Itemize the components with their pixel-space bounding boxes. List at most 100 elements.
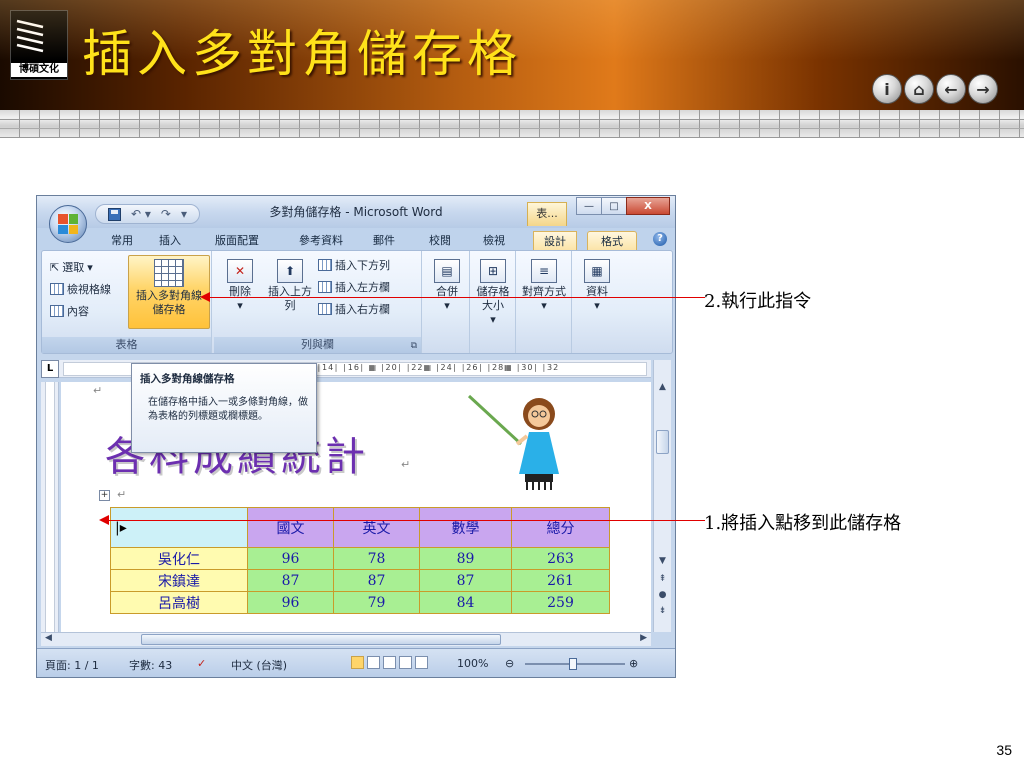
title-bar: ↶ ▾ ↷ ▾ 多對角儲存格 - Microsoft Word 表... — □…	[37, 196, 675, 228]
tooltip-title: 插入多對角線儲存格	[140, 373, 235, 385]
browse-object-icon[interactable]: ●	[654, 590, 671, 604]
callout-step-1: 1.將插入點移到此儲存格	[704, 513, 902, 534]
scroll-down-icon[interactable]: ▼	[654, 556, 671, 570]
page-indicator[interactable]: 頁面: 1 / 1	[45, 657, 99, 673]
properties-button[interactable]: 內容	[50, 303, 89, 319]
data-icon: ▦	[584, 259, 610, 283]
tab-view[interactable]: 檢視	[477, 231, 511, 250]
horizontal-scrollbar[interactable]: ◀ ▶	[41, 632, 651, 646]
next-page-icon[interactable]: ⇟	[654, 606, 671, 620]
group-rows-columns-label: 列與欄	[214, 337, 421, 353]
publisher-logo: 博碩文化	[10, 10, 68, 80]
total-cell[interactable]: 261	[511, 569, 610, 592]
decorative-grid-band	[0, 110, 1024, 138]
score-cell[interactable]: 96	[247, 591, 334, 614]
zoom-in-icon[interactable]: ⊕	[629, 657, 638, 670]
group-rows-columns: ✕ 刪除 ▾ ⬆ 插入上方列 插入下方列 插入左方欄 插入右方欄 列與欄 ⧉	[214, 251, 422, 353]
tab-review[interactable]: 校閱	[423, 231, 457, 250]
tab-page-layout[interactable]: 版面配置	[209, 231, 265, 250]
zoom-level[interactable]: 100%	[457, 657, 488, 670]
total-cell[interactable]: 259	[511, 591, 610, 614]
cursor-icon: ⇱	[50, 260, 60, 274]
name-cell[interactable]: 吳化仁	[110, 547, 248, 570]
cell-size-button[interactable]: ⊞ 儲存格大小 ▾	[472, 255, 514, 327]
scroll-right-icon[interactable]: ▶	[640, 633, 647, 643]
full-screen-view-icon[interactable]	[367, 656, 380, 669]
tab-design[interactable]: 設計	[533, 231, 577, 250]
forward-icon[interactable]: →	[968, 74, 998, 104]
data-button[interactable]: ▦ 資料 ▾	[576, 255, 618, 313]
ruler-ticks: ∣14∣ ∣16∣ ▦ ∣20∣ ∣22▦ ∣24∣ ∣26∣ ∣28▦ ∣30…	[317, 363, 560, 372]
score-cell[interactable]: 87	[419, 569, 512, 592]
insert-diagonal-cell-button[interactable]: 插入多對角線儲存格	[128, 255, 210, 329]
score-cell[interactable]: 84	[419, 591, 512, 614]
tab-selector[interactable]: L	[41, 360, 59, 378]
header-cell[interactable]: 總分	[511, 507, 610, 548]
callout-arrow-1	[104, 520, 705, 521]
table-move-handle[interactable]: +	[99, 490, 110, 501]
scroll-up-icon[interactable]: ▲	[654, 382, 671, 396]
zoom-out-icon[interactable]: ⊖	[505, 657, 514, 670]
name-cell[interactable]: 呂高樹	[110, 591, 248, 614]
score-cell[interactable]: 89	[419, 547, 512, 570]
score-cell[interactable]: 87	[333, 569, 420, 592]
tab-format[interactable]: 格式	[587, 231, 637, 250]
header-corner-cell[interactable]: |▸	[110, 507, 248, 548]
arrowhead-icon	[200, 292, 210, 302]
name-cell[interactable]: 宋鎮達	[110, 569, 248, 592]
tab-mailings[interactable]: 郵件	[367, 231, 401, 250]
scroll-left-icon[interactable]: ◀	[45, 633, 52, 643]
header-cell[interactable]: 數學	[419, 507, 512, 548]
view-gridlines-button[interactable]: 檢視格線	[50, 281, 111, 297]
insert-left-icon	[318, 281, 332, 293]
tab-references[interactable]: 參考資料	[293, 231, 349, 250]
header-cell[interactable]: 英文	[333, 507, 420, 548]
home-icon[interactable]: ⌂	[904, 74, 934, 104]
insert-above-icon: ⬆	[277, 259, 303, 283]
maximize-button[interactable]: □	[601, 197, 627, 215]
total-cell[interactable]: 263	[511, 547, 610, 570]
paragraph-mark: ↵	[93, 384, 103, 397]
prev-page-icon[interactable]: ⇞	[654, 574, 671, 588]
print-layout-view-icon[interactable]	[351, 656, 364, 669]
insert-left-button[interactable]: 插入左方欄	[318, 279, 390, 295]
proofing-icon[interactable]: ✓	[197, 657, 206, 670]
slide-nav: i ⌂ ← →	[872, 74, 998, 104]
insert-below-button[interactable]: 插入下方列	[318, 257, 390, 273]
back-icon[interactable]: ←	[936, 74, 966, 104]
close-button[interactable]: X	[626, 197, 670, 215]
vertical-scroll-thumb[interactable]	[656, 430, 669, 454]
teacher-clipart	[467, 394, 559, 490]
score-cell[interactable]: 87	[247, 569, 334, 592]
header-cell[interactable]: 國文	[247, 507, 334, 548]
tab-insert[interactable]: 插入	[153, 231, 187, 250]
language-indicator[interactable]: 中文 (台灣)	[231, 657, 287, 673]
merge-button[interactable]: ▤ 合併 ▾	[426, 255, 468, 313]
word-count[interactable]: 字數: 43	[129, 657, 172, 673]
horizontal-scroll-thumb[interactable]	[141, 634, 501, 645]
info-icon[interactable]: i	[872, 74, 902, 104]
insert-below-icon	[318, 259, 332, 271]
alignment-button[interactable]: ≡ 對齊方式 ▾	[518, 255, 570, 313]
vertical-scrollbar[interactable]: ▲ ▼ ⇞ ● ⇟	[653, 360, 671, 632]
insert-above-button[interactable]: ⬆ 插入上方列	[268, 255, 312, 313]
minimize-button[interactable]: —	[576, 197, 602, 215]
outline-view-icon[interactable]	[399, 656, 412, 669]
zoom-slider-knob[interactable]	[569, 658, 577, 670]
score-cell[interactable]: 78	[333, 547, 420, 570]
delete-button[interactable]: ✕ 刪除 ▾	[220, 255, 260, 313]
help-icon[interactable]: ?	[653, 232, 667, 246]
web-layout-view-icon[interactable]	[383, 656, 396, 669]
draft-view-icon[interactable]	[415, 656, 428, 669]
office-logo-icon	[58, 214, 78, 234]
tab-home[interactable]: 常用	[105, 231, 139, 250]
insert-right-button[interactable]: 插入右方欄	[318, 301, 390, 317]
command-tooltip: 插入多對角線儲存格 在儲存格中插入一或多條對角線，做為表格的列標題或欄標題。	[131, 363, 317, 453]
select-button[interactable]: ⇱ 選取 ▾	[50, 259, 93, 275]
tooltip-body: 在儲存格中插入一或多條對角線，做為表格的列標題或欄標題。	[148, 397, 308, 422]
table-row: 宋鎮達 87 87 87 261	[110, 569, 610, 592]
score-cell[interactable]: 79	[333, 591, 420, 614]
score-cell[interactable]: 96	[247, 547, 334, 570]
office-button[interactable]	[49, 205, 87, 243]
dialog-launcher-icon[interactable]: ⧉	[411, 341, 417, 351]
